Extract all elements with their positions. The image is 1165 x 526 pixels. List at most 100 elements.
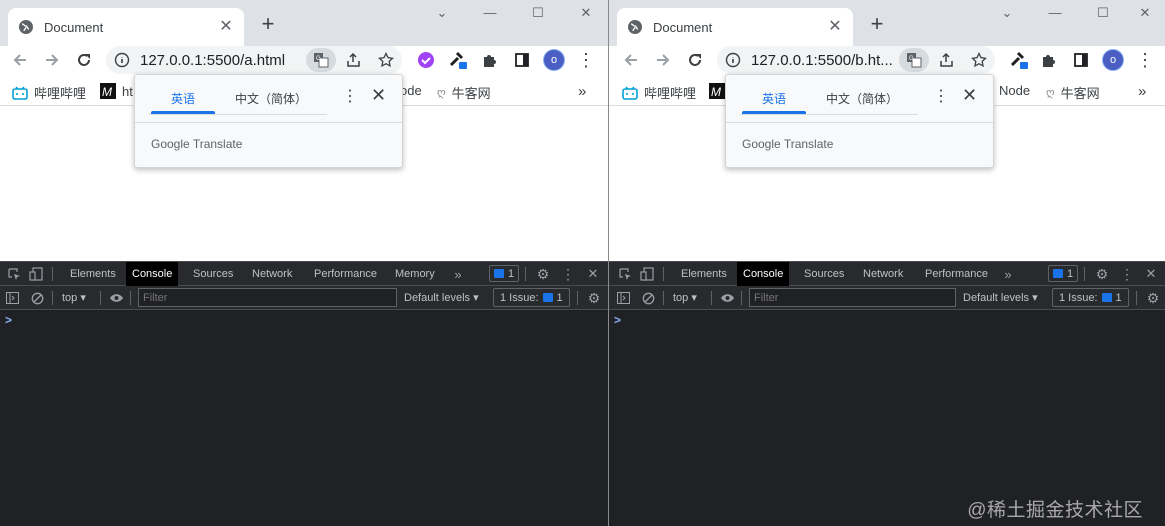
- console-output[interactable]: >: [609, 310, 1165, 526]
- bookmarks-overflow-icon[interactable]: »: [578, 83, 586, 100]
- bookmark-nowcoder[interactable]: ღ 牛客网: [1046, 83, 1100, 102]
- close-icon[interactable]: ✕: [371, 86, 386, 104]
- bookmark-m[interactable]: M ht: [100, 83, 133, 99]
- clear-console-icon[interactable]: [641, 290, 655, 306]
- tab-sources[interactable]: Sources: [187, 262, 239, 286]
- tab-performance[interactable]: Performance: [919, 262, 994, 286]
- minimize-button[interactable]: —: [466, 4, 514, 24]
- more-tabs-icon[interactable]: »: [1002, 266, 1014, 282]
- settings-gear-icon[interactable]: ⚙: [1094, 266, 1110, 282]
- maximize-button[interactable]: ☐: [514, 4, 562, 24]
- tab-network[interactable]: Network: [246, 262, 298, 286]
- log-levels-dropdown[interactable]: Default levels ▾: [404, 291, 479, 304]
- devtools-menu-icon[interactable]: ⋮: [1120, 266, 1134, 282]
- extensions-puzzle-icon[interactable]: [478, 48, 502, 72]
- close-icon[interactable]: ✕: [962, 86, 977, 104]
- more-options-icon[interactable]: ⋮: [342, 89, 358, 105]
- close-tab-icon[interactable]: ✕: [827, 19, 843, 35]
- bookmark-star-icon[interactable]: [967, 48, 991, 72]
- reload-button[interactable]: [72, 48, 96, 72]
- log-levels-dropdown[interactable]: Default levels ▾: [963, 291, 1038, 304]
- minimize-button[interactable]: —: [1031, 4, 1079, 24]
- issues-button[interactable]: 1 Issue: 1: [493, 288, 570, 307]
- forward-button[interactable]: [651, 48, 675, 72]
- tab-console[interactable]: Console: [126, 262, 179, 286]
- profile-avatar[interactable]: o: [542, 48, 566, 72]
- devtools-menu-icon[interactable]: ⋮: [561, 266, 575, 282]
- issues-button[interactable]: 1 Issue: 1: [1052, 288, 1129, 307]
- close-window-button[interactable]: ✕: [562, 4, 608, 24]
- tab-elements[interactable]: Elements: [675, 262, 733, 286]
- menu-kebab-icon[interactable]: ⋮: [574, 48, 598, 72]
- tab-elements[interactable]: Elements: [64, 262, 122, 286]
- extension-tool-icon[interactable]: [1007, 48, 1031, 72]
- address-bar[interactable]: 127.0.0.1:5500/a.html G: [106, 46, 402, 74]
- filter-input[interactable]: [749, 288, 956, 307]
- filter-input[interactable]: [138, 288, 397, 307]
- settings-gear-icon[interactable]: ⚙: [535, 266, 551, 282]
- tab-chinese-simplified[interactable]: 中文（简体）: [826, 90, 898, 107]
- tab-english[interactable]: 英语: [762, 90, 786, 107]
- side-panel-icon[interactable]: [1069, 48, 1093, 72]
- issues-badge[interactable]: 1: [489, 265, 520, 282]
- extensions-puzzle-icon[interactable]: [1037, 48, 1061, 72]
- browser-tab[interactable]: Document ✕: [8, 8, 244, 46]
- clear-console-icon[interactable]: [30, 290, 44, 306]
- translate-icon[interactable]: G: [899, 48, 929, 72]
- chevron-down-icon[interactable]: ⌄: [983, 4, 1031, 24]
- live-expression-eye-icon[interactable]: [719, 290, 735, 306]
- side-panel-icon[interactable]: [510, 48, 534, 72]
- device-toolbar-icon[interactable]: [639, 266, 655, 282]
- close-tab-icon[interactable]: ✕: [218, 19, 234, 35]
- context-selector[interactable]: top ▾: [62, 291, 86, 304]
- context-selector[interactable]: top ▾: [673, 291, 697, 304]
- chevron-down-icon[interactable]: ⌄: [418, 4, 466, 24]
- bookmark-node[interactable]: Node: [999, 83, 1030, 98]
- maximize-button[interactable]: ☐: [1079, 4, 1127, 24]
- back-button[interactable]: [619, 48, 643, 72]
- tab-network[interactable]: Network: [857, 262, 909, 286]
- more-options-icon[interactable]: ⋮: [933, 89, 949, 105]
- tab-chinese-simplified[interactable]: 中文（简体）: [235, 90, 307, 107]
- console-settings-gear-icon[interactable]: ⚙: [1145, 290, 1161, 306]
- reload-button[interactable]: [683, 48, 707, 72]
- menu-kebab-icon[interactable]: ⋮: [1133, 48, 1157, 72]
- inspect-element-icon[interactable]: [6, 266, 22, 282]
- new-tab-button[interactable]: +: [256, 13, 280, 35]
- translate-icon[interactable]: G: [306, 48, 336, 72]
- close-window-button[interactable]: ✕: [1127, 4, 1163, 24]
- live-expression-eye-icon[interactable]: [108, 290, 124, 306]
- bookmarks-overflow-icon[interactable]: »: [1138, 83, 1146, 100]
- share-icon[interactable]: [935, 48, 959, 72]
- console-output[interactable]: >: [0, 310, 608, 526]
- more-tabs-icon[interactable]: »: [452, 266, 464, 282]
- extension-tool-icon[interactable]: [446, 48, 470, 72]
- info-icon[interactable]: [114, 52, 130, 68]
- sidebar-toggle-icon[interactable]: [616, 290, 630, 306]
- sidebar-toggle-icon[interactable]: [5, 290, 19, 306]
- issues-badge[interactable]: 1: [1048, 265, 1079, 282]
- tab-english[interactable]: 英语: [171, 90, 195, 107]
- tab-sources[interactable]: Sources: [798, 262, 850, 286]
- profile-avatar[interactable]: o: [1101, 48, 1125, 72]
- new-tab-button[interactable]: +: [865, 13, 889, 35]
- bookmark-bilibili[interactable]: 哔哩哔哩: [12, 83, 86, 102]
- bookmark-node[interactable]: ode: [400, 83, 422, 98]
- forward-button[interactable]: [40, 48, 64, 72]
- bookmark-star-icon[interactable]: [374, 48, 398, 72]
- info-icon[interactable]: [725, 52, 741, 68]
- inspect-element-icon[interactable]: [617, 266, 633, 282]
- close-devtools-icon[interactable]: ✕: [586, 266, 600, 282]
- console-settings-gear-icon[interactable]: ⚙: [586, 290, 602, 306]
- share-icon[interactable]: [342, 48, 366, 72]
- device-toolbar-icon[interactable]: [28, 266, 44, 282]
- tab-memory[interactable]: Memory: [389, 262, 441, 286]
- bookmark-nowcoder[interactable]: ღ 牛客网: [437, 83, 491, 102]
- bookmark-bilibili[interactable]: 哔哩哔哩: [622, 83, 696, 102]
- tab-console[interactable]: Console: [737, 262, 790, 286]
- extension-purple-icon[interactable]: [414, 48, 438, 72]
- browser-tab[interactable]: Document ✕: [617, 8, 853, 46]
- address-bar[interactable]: 127.0.0.1:5500/b.ht... G: [717, 46, 995, 74]
- back-button[interactable]: [8, 48, 32, 72]
- close-devtools-icon[interactable]: ✕: [1144, 266, 1158, 282]
